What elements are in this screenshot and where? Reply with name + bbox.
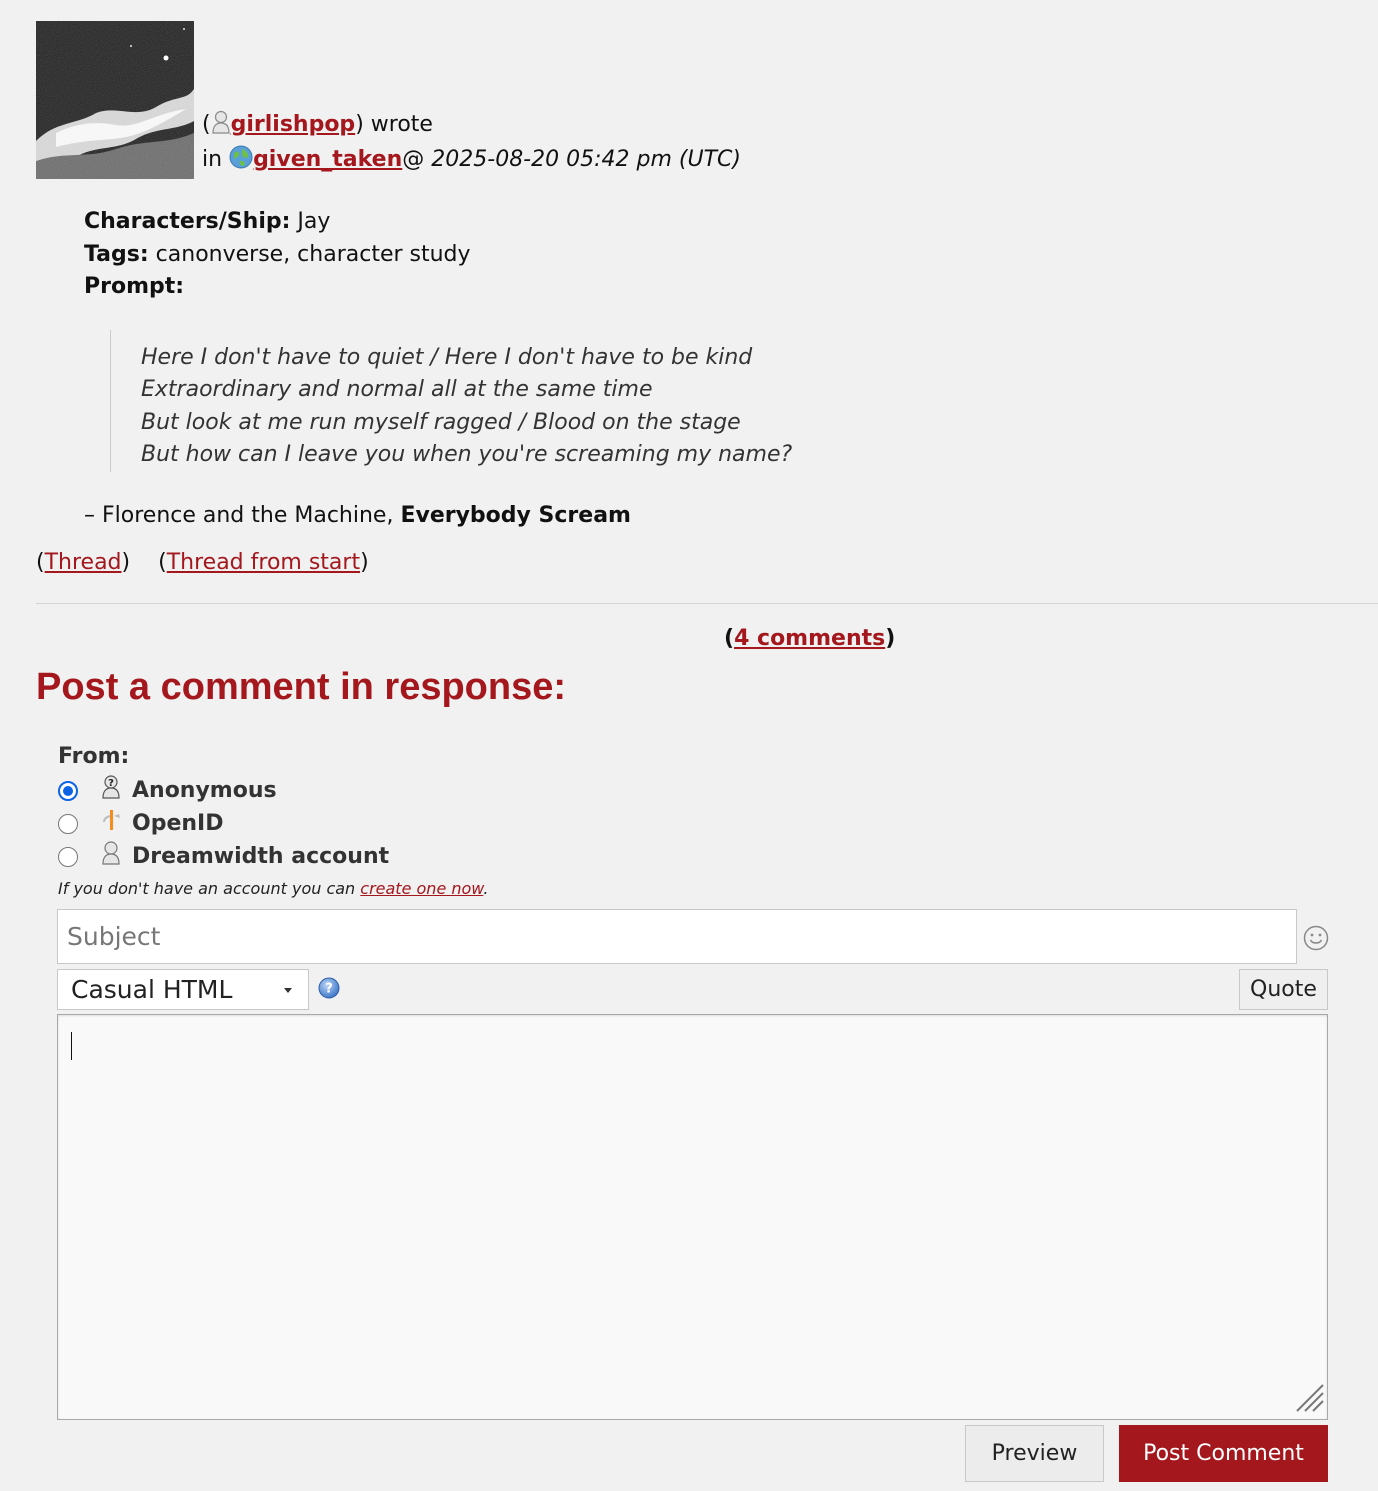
thread-links: (Thread) (Thread from start): [36, 550, 369, 575]
from-block: From: ? Anonymous OpenID Dreamwidth acco…: [58, 744, 389, 873]
wrote-text: ) wrote: [355, 112, 433, 137]
author-link[interactable]: girlishpop: [231, 112, 356, 137]
field-value: Jay: [297, 209, 331, 234]
field-label: Characters/Ship:: [84, 209, 291, 234]
attribution-title: Everybody Scream: [400, 502, 631, 528]
field-tags: Tags: canonverse, character study: [84, 239, 1284, 272]
quote-button[interactable]: Quote: [1239, 969, 1328, 1010]
quote-attribution: – Florence and the Machine, Everybody Sc…: [84, 500, 1284, 533]
account-note: If you don't have an account you can cre…: [58, 879, 488, 898]
option-label: Anonymous: [132, 778, 277, 803]
create-account-link[interactable]: create one now: [360, 879, 483, 898]
quote-line: But how can I leave you when you're scre…: [141, 442, 793, 467]
anonymous-icon: ?: [100, 774, 122, 799]
entry-date: 2025-08-20 05:42 pm (UTC): [431, 147, 741, 172]
preview-button[interactable]: Preview: [965, 1425, 1104, 1482]
help-icon[interactable]: ?: [318, 977, 340, 1003]
text-cursor: [71, 1032, 72, 1060]
format-selected-value: Casual HTML: [71, 975, 233, 1004]
user-icon: [100, 840, 122, 865]
quote-line: Extraordinary and normal all at the same…: [141, 377, 653, 402]
openid-icon: [100, 808, 122, 832]
from-label: From:: [58, 744, 130, 769]
radio-dreamwidth[interactable]: [58, 846, 78, 867]
field-prompt: Prompt:: [84, 271, 1284, 304]
radio-anonymous[interactable]: [58, 780, 78, 801]
comments-link[interactable]: 4 comments: [734, 626, 885, 651]
subject-input[interactable]: [57, 909, 1297, 964]
option-label: Dreamwidth account: [132, 844, 390, 869]
from-option-anonymous[interactable]: ? Anonymous: [58, 774, 389, 807]
community-icon: [229, 145, 253, 179]
account-note-prefix: If you don't have an account you can: [58, 879, 361, 898]
chevron-down-icon: [284, 988, 292, 993]
user-icon: [211, 110, 231, 144]
quote-line: But look at me run myself ragged / Blood…: [141, 409, 741, 435]
byline: ( girlishpop) wrote in given_taken@ 2025-…: [202, 109, 741, 179]
entry-body: Characters/Ship: Jay Tags: canonverse, c…: [84, 206, 1284, 532]
option-label: OpenID: [132, 811, 224, 836]
comments-count: (4 comments): [724, 626, 896, 651]
attribution-prefix: – Florence and the Machine,: [84, 502, 401, 528]
thread-link[interactable]: Thread: [45, 550, 122, 575]
open-paren: (: [202, 112, 211, 137]
field-label: Tags:: [84, 241, 149, 267]
svg-text:?: ?: [325, 982, 333, 997]
quote-line: Here I don't have to quiet / Here I don'…: [141, 344, 753, 370]
format-select[interactable]: Casual HTML: [57, 969, 309, 1010]
comment-body-textarea[interactable]: [57, 1014, 1328, 1420]
radio-openid[interactable]: [58, 813, 78, 834]
from-option-dreamwidth[interactable]: Dreamwidth account: [58, 840, 389, 873]
smiley-icon[interactable]: [1303, 925, 1329, 955]
field-value: canonverse, character study: [155, 241, 471, 267]
svg-text:?: ?: [108, 778, 114, 789]
account-note-suffix: .: [483, 879, 489, 898]
prompt-quote: Here I don't have to quiet / Here I don'…: [110, 329, 1284, 472]
divider: [36, 603, 1378, 604]
post-comment-button[interactable]: Post Comment: [1119, 1425, 1328, 1482]
userpic[interactable]: [36, 21, 194, 179]
from-option-openid[interactable]: OpenID: [58, 807, 389, 840]
in-text: in: [202, 147, 223, 172]
thread-from-start-link[interactable]: Thread from start: [167, 550, 360, 575]
field-label: Prompt:: [84, 274, 185, 299]
at-sign: @: [402, 147, 425, 172]
entry-header: ( girlishpop) wrote in given_taken@ 2025-…: [36, 21, 741, 179]
field-characters: Characters/Ship: Jay: [84, 206, 1284, 239]
resize-grip-icon[interactable]: [1295, 1383, 1325, 1417]
post-comment-heading: Post a comment in response:: [36, 666, 567, 708]
community-link[interactable]: given_taken: [253, 147, 402, 172]
